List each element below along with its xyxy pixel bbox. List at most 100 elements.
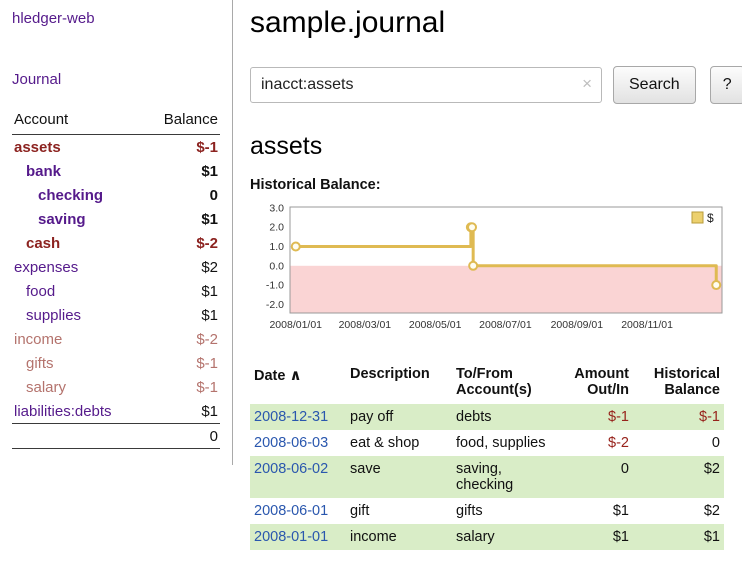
column-header-date[interactable]: Date∧: [250, 364, 346, 404]
description-cell: gift: [346, 498, 452, 524]
column-header-account: To/From Account(s): [452, 364, 553, 404]
amount-cell: $-1: [553, 404, 633, 430]
description-cell: income: [346, 524, 452, 550]
account-row: income $-2: [12, 327, 220, 351]
account-balance: $1: [144, 303, 220, 327]
main-content: sample.journal × Search ? assets Histori…: [233, 0, 742, 550]
accounts-header-account: Account: [12, 108, 144, 135]
register-row[interactable]: 2008-06-01 gift gifts $1 $2: [250, 498, 724, 524]
svg-text:2008/11/01: 2008/11/01: [621, 319, 673, 331]
search-form: × Search ?: [250, 66, 742, 104]
account-link-supplies[interactable]: supplies: [26, 307, 81, 324]
account-row: expenses $2: [12, 255, 220, 279]
date-link[interactable]: 2008-12-31: [254, 409, 328, 425]
account-row: saving $1: [12, 207, 220, 231]
account-row: liabilities:debts $1: [12, 399, 220, 424]
historical-balance-chart: 3.02.01.00.0-1.0-2.02008/01/012008/03/01…: [250, 199, 742, 350]
search-input[interactable]: [250, 67, 602, 103]
account-row: cash $-2: [12, 231, 220, 255]
account-heading: assets: [250, 132, 742, 161]
account-balance: $1: [144, 159, 220, 183]
search-button[interactable]: Search: [613, 66, 696, 104]
help-button[interactable]: ?: [710, 66, 742, 104]
register-table: Date∧ Description To/From Account(s) Amo…: [250, 364, 724, 550]
svg-text:$: $: [707, 211, 714, 225]
account-link-income[interactable]: income: [14, 331, 62, 348]
account-row: food $1: [12, 279, 220, 303]
account-link-salary[interactable]: salary: [26, 379, 66, 396]
description-cell: pay off: [346, 404, 452, 430]
svg-text:2.0: 2.0: [269, 222, 284, 234]
balance-cell: $2: [633, 498, 724, 524]
account-link-liabilities-debts[interactable]: liabilities:debts: [14, 403, 112, 420]
accounts-total: 0: [144, 424, 220, 449]
svg-text:2008/09/01: 2008/09/01: [551, 319, 604, 331]
register-row[interactable]: 2008-01-01 income salary $1 $1: [250, 524, 724, 550]
date-link[interactable]: 2008-06-03: [254, 435, 328, 451]
account-link-bank[interactable]: bank: [26, 163, 61, 180]
account-link-food[interactable]: food: [26, 283, 55, 300]
account-balance: $1: [144, 279, 220, 303]
account-row: bank $1: [12, 159, 220, 183]
account-link-cash[interactable]: cash: [26, 235, 60, 252]
date-link[interactable]: 2008-01-01: [254, 529, 328, 545]
account-link-assets[interactable]: assets: [14, 139, 61, 156]
account-cell: debts: [452, 404, 553, 430]
svg-text:2008/05/01: 2008/05/01: [409, 319, 462, 331]
svg-text:-2.0: -2.0: [266, 299, 284, 311]
accounts-total-row: 0: [12, 424, 220, 449]
amount-cell: 0: [553, 456, 633, 498]
sort-asc-icon: ∧: [285, 367, 301, 384]
balance-cell: 0: [633, 430, 724, 456]
column-header-amount: Amount Out/In: [553, 364, 633, 404]
account-balance: $-1: [144, 135, 220, 160]
svg-text:3.0: 3.0: [269, 202, 284, 214]
description-cell: save: [346, 456, 452, 498]
account-link-checking[interactable]: checking: [38, 187, 103, 204]
amount-cell: $-2: [553, 430, 633, 456]
register-header-row: Date∧ Description To/From Account(s) Amo…: [250, 364, 724, 404]
account-cell: food, supplies: [452, 430, 553, 456]
account-balance: $-1: [144, 351, 220, 375]
svg-text:2008/01/01: 2008/01/01: [269, 319, 322, 331]
date-link[interactable]: 2008-06-02: [254, 461, 328, 477]
amount-cell: $1: [553, 524, 633, 550]
accounts-header-balance: Balance: [144, 108, 220, 135]
account-link-saving[interactable]: saving: [38, 211, 86, 228]
account-balance: $-2: [144, 327, 220, 351]
account-row: assets $-1: [12, 135, 220, 160]
account-cell: gifts: [452, 498, 553, 524]
date-link[interactable]: 2008-06-01: [254, 503, 328, 519]
svg-text:1.0: 1.0: [269, 241, 284, 253]
account-link-gifts[interactable]: gifts: [26, 355, 54, 372]
balance-cell: $-1: [633, 404, 724, 430]
balance-cell: $2: [633, 456, 724, 498]
account-balance: $-1: [144, 375, 220, 399]
sidebar-item-journal[interactable]: Journal: [12, 71, 220, 88]
clear-search-icon[interactable]: ×: [582, 75, 592, 92]
sidebar: hledger-web Journal Account Balance asse…: [0, 0, 233, 465]
column-header-balance: Historical Balance: [633, 364, 724, 404]
account-balance: $1: [144, 207, 220, 231]
account-link-expenses[interactable]: expenses: [14, 259, 78, 276]
app-title-link[interactable]: hledger-web: [12, 10, 220, 27]
svg-text:0.0: 0.0: [269, 260, 284, 272]
register-row[interactable]: 2008-06-03 eat & shop food, supplies $-2…: [250, 430, 724, 456]
account-cell: salary: [452, 524, 553, 550]
app-root: hledger-web Journal Account Balance asse…: [0, 0, 742, 550]
account-balance: 0: [144, 183, 220, 207]
amount-cell: $1: [553, 498, 633, 524]
svg-text:-1.0: -1.0: [266, 280, 284, 292]
balance-cell: $1: [633, 524, 724, 550]
register-row[interactable]: 2008-12-31 pay off debts $-1 $-1: [250, 404, 724, 430]
account-cell: saving, checking: [452, 456, 553, 498]
page-title: sample.journal: [250, 6, 742, 40]
account-balance: $-2: [144, 231, 220, 255]
register-row[interactable]: 2008-06-02 save saving, checking 0 $2: [250, 456, 724, 498]
chart-title: Historical Balance:: [250, 177, 742, 193]
description-cell: eat & shop: [346, 430, 452, 456]
accounts-table: Account Balance assets $-1 bank $1 check…: [12, 108, 220, 449]
account-row: salary $-1: [12, 375, 220, 399]
account-row: gifts $-1: [12, 351, 220, 375]
account-row: supplies $1: [12, 303, 220, 327]
